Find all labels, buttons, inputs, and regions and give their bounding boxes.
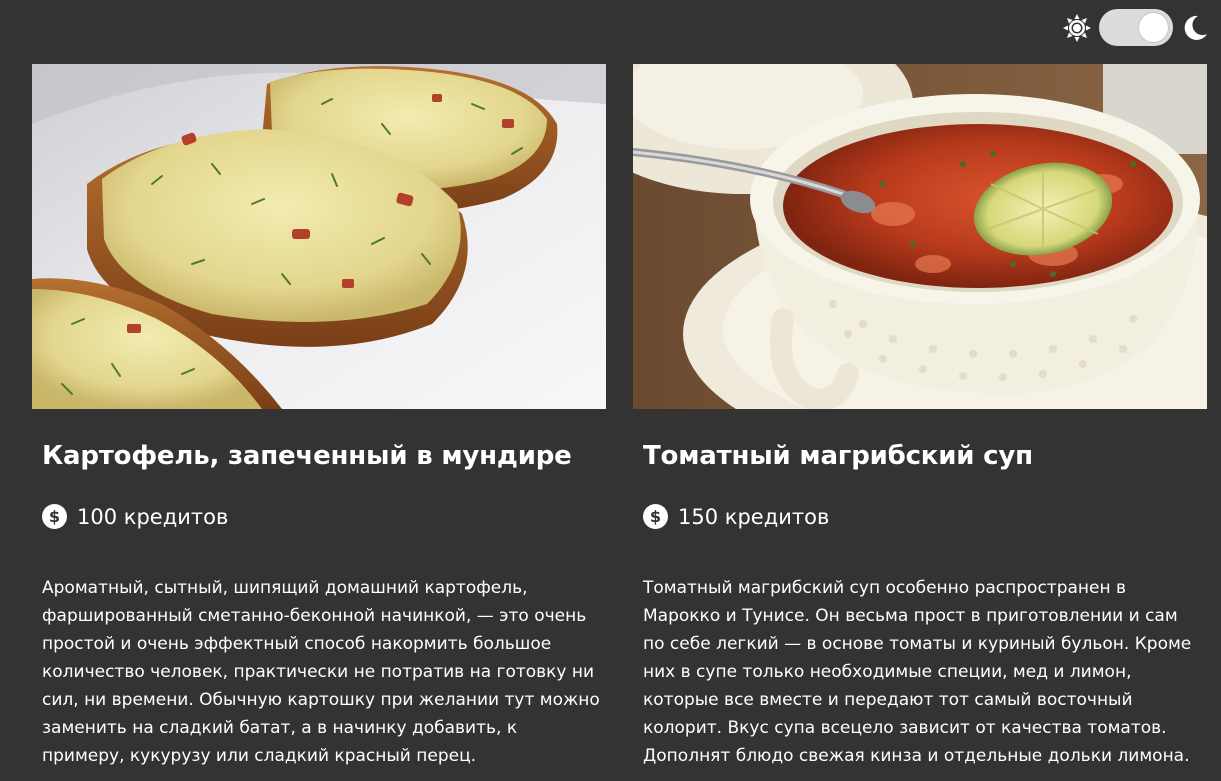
potato-dish-image[interactable] xyxy=(32,64,606,409)
dollar-circle-icon: $ xyxy=(42,504,67,529)
svg-text:$: $ xyxy=(49,507,60,526)
price-label: 150 кредитов xyxy=(678,504,830,529)
page: Картофель, запеченный в мундире $ 100 кр… xyxy=(0,0,1221,781)
recipe-price: $ 150 кредитов xyxy=(643,504,829,529)
soup-dish-image[interactable] xyxy=(633,64,1207,409)
price-label: 100 кредитов xyxy=(77,504,229,529)
theme-switch-knob[interactable] xyxy=(1139,13,1168,42)
theme-toggle xyxy=(1063,9,1209,46)
recipe-description: Ароматный, сытный, шипящий домашний карт… xyxy=(42,578,600,766)
recipe-title[interactable]: Картофель, запеченный в мундире xyxy=(42,441,572,471)
recipe-description: Томатный магрибский суп особенно распрос… xyxy=(643,578,1192,766)
theme-switch[interactable] xyxy=(1099,9,1173,46)
recipe-card[interactable]: Картофель, запеченный в мундире $ 100 кр… xyxy=(32,64,606,766)
sun-icon xyxy=(1063,13,1091,42)
recipe-card[interactable]: Томатный магрибский суп $ 150 кредитов Т… xyxy=(633,64,1207,766)
recipe-title[interactable]: Томатный магрибский суп xyxy=(643,441,1033,471)
dollar-circle-icon: $ xyxy=(643,504,668,529)
recipe-price: $ 100 кредитов xyxy=(42,504,228,529)
moon-icon xyxy=(1184,15,1207,40)
svg-text:$: $ xyxy=(650,507,661,526)
